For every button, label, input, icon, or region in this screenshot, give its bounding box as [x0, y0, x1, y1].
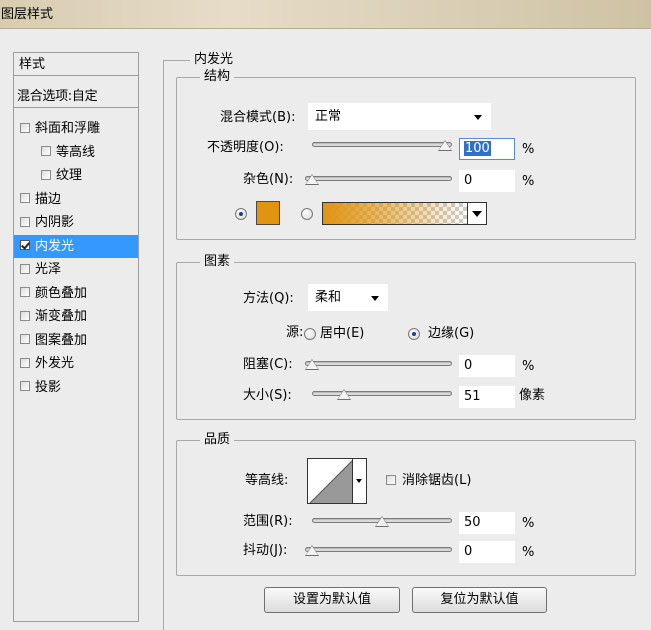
sidebar-item-label: 颜色叠加	[35, 285, 88, 301]
sidebar-item-6[interactable]: 光泽	[14, 258, 138, 281]
sidebar-item-label: 内发光	[35, 238, 75, 254]
choke-unit: %	[522, 359, 535, 374]
styles-header: 样式	[14, 53, 138, 76]
range-slider[interactable]	[312, 516, 452, 527]
sidebar-item-10[interactable]: 外发光	[14, 352, 138, 375]
noise-slider-thumb[interactable]	[305, 174, 319, 185]
antialias-checkbox[interactable]	[386, 475, 396, 485]
jitter-slider-thumb[interactable]	[305, 545, 319, 556]
noise-unit: %	[522, 174, 535, 189]
sidebar-item-label: 斜面和浮雕	[35, 121, 101, 136]
sidebar-item-7[interactable]: 颜色叠加	[14, 282, 138, 305]
style-checkbox[interactable]	[20, 216, 30, 227]
sidebar-item-1[interactable]: 等高线	[14, 141, 138, 164]
opacity-unit: %	[522, 142, 535, 157]
set-default-button[interactable]: 设置为默认值	[264, 587, 400, 613]
jitter-label: 抖动(J):	[243, 543, 288, 558]
gradient-swatch[interactable]	[322, 202, 468, 225]
sidebar-item-5[interactable]: 内发光	[14, 234, 138, 258]
range-input[interactable]: 50	[459, 512, 515, 534]
style-checkbox[interactable]	[20, 381, 30, 391]
contour-curve-icon	[309, 460, 352, 503]
range-slider-thumb[interactable]	[375, 516, 389, 527]
styles-list: 样式 混合选项:自定 斜面和浮雕等高线纹理描边内阴影内发光光泽颜色叠加渐变叠加图…	[13, 52, 139, 622]
method-select[interactable]: 柔和	[308, 284, 388, 311]
source-edge-radio[interactable]	[408, 328, 420, 340]
style-checkbox[interactable]	[20, 310, 30, 321]
sidebar-item-label: 等高线	[56, 144, 96, 160]
noise-input[interactable]: 0	[459, 170, 515, 192]
sidebar-item-0[interactable]: 斜面和浮雕	[14, 117, 138, 140]
opacity-slider-thumb[interactable]	[438, 140, 452, 151]
chevron-down-icon	[371, 296, 379, 301]
glow-color-swatch[interactable]	[256, 201, 280, 225]
size-slider[interactable]	[312, 389, 452, 400]
range-unit: %	[522, 516, 535, 531]
size-slider-thumb[interactable]	[337, 389, 351, 400]
sidebar-item-4[interactable]: 内阴影	[14, 211, 138, 234]
size-input[interactable]: 51	[459, 386, 515, 408]
structure-title: 结构	[200, 69, 235, 84]
sidebar-item-label: 投影	[35, 379, 62, 395]
size-label: 大小(S):	[243, 388, 292, 403]
quality-title: 品质	[200, 432, 235, 447]
style-checkbox[interactable]	[20, 334, 30, 344]
window-title: 图层样式	[1, 7, 54, 22]
style-checkbox[interactable]	[20, 240, 30, 250]
style-checkbox[interactable]	[20, 193, 30, 203]
noise-slider[interactable]	[305, 174, 452, 185]
choke-slider-thumb[interactable]	[305, 359, 319, 370]
opacity-slider[interactable]	[312, 140, 452, 151]
gradient-dropdown[interactable]	[467, 202, 487, 225]
blending-options-item[interactable]: 混合选项:自定	[14, 85, 138, 108]
sidebar-item-label: 渐变叠加	[35, 309, 88, 324]
style-checkbox[interactable]	[20, 122, 30, 133]
solid-color-radio[interactable]	[235, 208, 247, 220]
source-label: 源:	[286, 325, 304, 340]
choke-label: 阻塞(C):	[243, 357, 293, 372]
sidebar-item-11[interactable]: 投影	[14, 376, 138, 399]
size-unit: 像素	[519, 388, 546, 403]
gradient-radio[interactable]	[301, 208, 313, 220]
opacity-input[interactable]: 100	[459, 138, 515, 160]
range-label: 范围(R):	[243, 514, 293, 529]
sidebar-item-label: 内阴影	[35, 215, 75, 230]
method-label: 方法(Q):	[243, 291, 294, 306]
style-checkbox[interactable]	[20, 263, 30, 274]
style-checkbox[interactable]	[41, 146, 51, 156]
chevron-down-icon	[474, 115, 482, 120]
sidebar-item-9[interactable]: 图案叠加	[14, 329, 138, 352]
source-center-radio[interactable]	[304, 328, 316, 340]
antialias-label[interactable]: 消除锯齿(L)	[402, 472, 471, 490]
title-bar: 图层样式	[0, 0, 651, 29]
sidebar-item-label: 图案叠加	[35, 332, 88, 348]
jitter-slider[interactable]	[305, 545, 452, 556]
sidebar-item-8[interactable]: 渐变叠加	[14, 305, 138, 328]
jitter-unit: %	[522, 545, 535, 560]
source-edge-label[interactable]: 边缘(G)	[428, 325, 474, 343]
opacity-label: 不透明度(O):	[207, 140, 284, 155]
source-center-label[interactable]: 居中(E)	[320, 325, 364, 343]
sidebar-item-label: 描边	[35, 191, 62, 207]
sidebar-item-2[interactable]: 纹理	[14, 164, 138, 187]
sidebar-item-3[interactable]: 描边	[14, 188, 138, 211]
style-checkbox[interactable]	[20, 287, 30, 297]
noise-label: 杂色(N):	[243, 172, 294, 187]
elements-title: 图素	[200, 254, 235, 269]
choke-slider[interactable]	[305, 359, 452, 370]
sidebar-item-label: 光泽	[35, 262, 62, 277]
sidebar-item-label: 外发光	[35, 356, 75, 371]
contour-dropdown[interactable]	[353, 458, 367, 504]
choke-input[interactable]: 0	[459, 355, 515, 377]
blend-mode-label: 混合模式(B):	[220, 110, 296, 125]
style-checkbox[interactable]	[20, 357, 30, 368]
jitter-input[interactable]: 0	[459, 541, 515, 563]
blend-mode-select[interactable]: 正常	[308, 103, 491, 130]
reset-default-button[interactable]: 复位为默认值	[412, 587, 547, 613]
sidebar-item-label: 纹理	[56, 168, 83, 183]
inner-glow-title: 内发光	[190, 52, 238, 67]
style-checkbox[interactable]	[41, 169, 51, 180]
contour-label: 等高线:	[245, 473, 289, 488]
contour-preview[interactable]	[307, 458, 353, 504]
